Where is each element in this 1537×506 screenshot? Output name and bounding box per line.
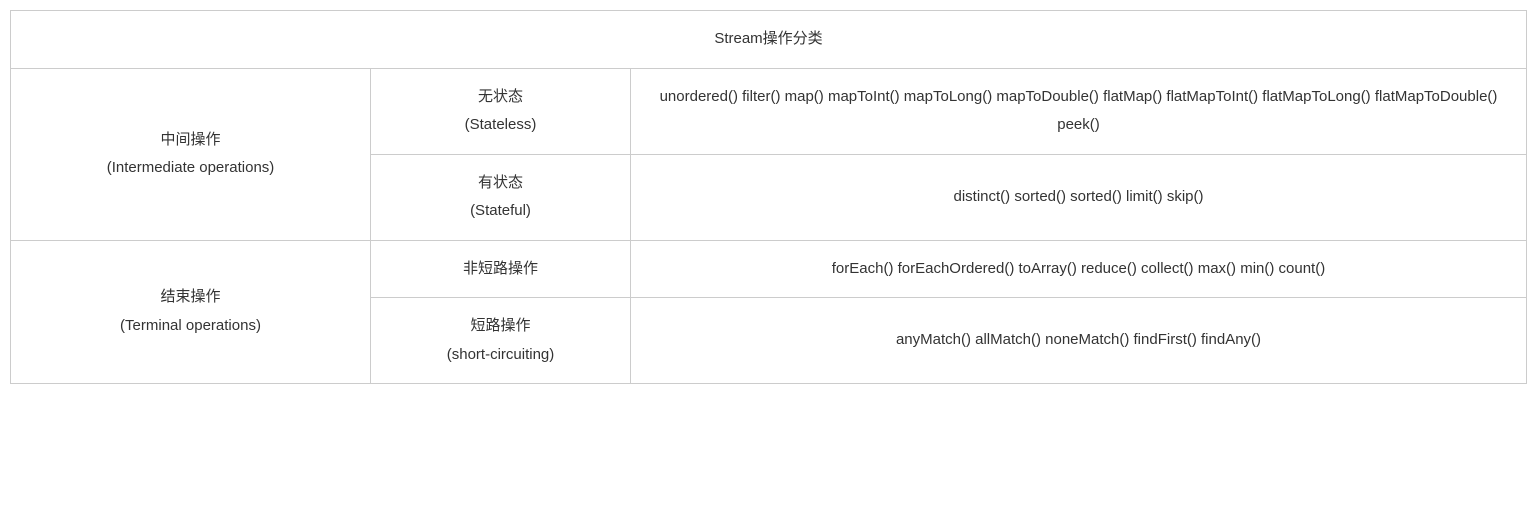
category-label-en: (Intermediate operations) (21, 154, 360, 183)
table-row: 中间操作 (Intermediate operations) 无状态 (Stat… (11, 68, 1527, 154)
methods-cell: anyMatch() allMatch() noneMatch() findFi… (631, 298, 1527, 384)
subcategory-stateless: 无状态 (Stateless) (371, 68, 631, 154)
subcategory-label-cn: 短路操作 (381, 312, 620, 341)
category-label-cn: 结束操作 (21, 283, 360, 312)
category-terminal: 结束操作 (Terminal operations) (11, 240, 371, 384)
subcategory-label-en: (Stateful) (381, 197, 620, 226)
category-label-cn: 中间操作 (21, 126, 360, 155)
table-title: Stream操作分类 (11, 11, 1527, 69)
table-header-row: Stream操作分类 (11, 11, 1527, 69)
category-label-en: (Terminal operations) (21, 312, 360, 341)
subcategory-stateful: 有状态 (Stateful) (371, 154, 631, 240)
subcategory-label-cn: 无状态 (381, 83, 620, 112)
subcategory-label-cn: 有状态 (381, 169, 620, 198)
table-row: 结束操作 (Terminal operations) 非短路操作 forEach… (11, 240, 1527, 298)
subcategory-label-cn: 非短路操作 (381, 255, 620, 284)
category-intermediate: 中间操作 (Intermediate operations) (11, 68, 371, 240)
subcategory-label-en: (short-circuiting) (381, 341, 620, 370)
subcategory-non-short-circuit: 非短路操作 (371, 240, 631, 298)
methods-cell: distinct() sorted() sorted() limit() ski… (631, 154, 1527, 240)
subcategory-label-en: (Stateless) (381, 111, 620, 140)
methods-cell: forEach() forEachOrdered() toArray() red… (631, 240, 1527, 298)
subcategory-short-circuit: 短路操作 (short-circuiting) (371, 298, 631, 384)
stream-operations-table: Stream操作分类 中间操作 (Intermediate operations… (10, 10, 1527, 384)
methods-cell: unordered() filter() map() mapToInt() ma… (631, 68, 1527, 154)
